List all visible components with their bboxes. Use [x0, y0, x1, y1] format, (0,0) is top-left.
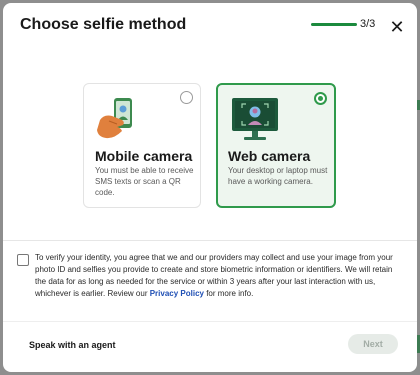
- consent-text-tail: for more info.: [203, 289, 254, 298]
- hand-holding-phone-icon: [94, 94, 144, 147]
- option-title: Web camera: [228, 148, 311, 164]
- radio-web-camera[interactable]: [314, 92, 327, 105]
- speak-with-agent-link[interactable]: Speak with an agent: [29, 340, 116, 350]
- privacy-policy-link[interactable]: Privacy Policy: [150, 289, 204, 298]
- consent-text: To verify your identity, you agree that …: [35, 252, 397, 300]
- option-description: You must be able to receive SMS texts or…: [95, 166, 194, 197]
- next-button[interactable]: Next: [348, 334, 398, 354]
- option-card-mobile-camera[interactable]: Mobile camera You must be able to receiv…: [83, 83, 201, 208]
- close-button[interactable]: ✕: [387, 17, 407, 37]
- section-divider: [3, 240, 417, 241]
- consent-checkbox[interactable]: [17, 254, 29, 266]
- computer-monitor-selfie-icon: [228, 95, 284, 148]
- progress-bar: [311, 23, 357, 26]
- selfie-method-dialog: Choose selfie method 3/3 ✕ Mobile camera…: [3, 3, 417, 372]
- option-title: Mobile camera: [95, 148, 193, 164]
- close-icon: ✕: [389, 16, 405, 37]
- option-description: Your desktop or laptop must have a worki…: [228, 166, 328, 186]
- radio-mobile-camera[interactable]: [180, 91, 193, 104]
- dialog-title: Choose selfie method: [20, 16, 187, 33]
- footer-divider: [3, 321, 417, 322]
- option-card-web-camera[interactable]: Web camera Your desktop or laptop must h…: [216, 83, 336, 208]
- step-indicator: 3/3: [360, 18, 376, 30]
